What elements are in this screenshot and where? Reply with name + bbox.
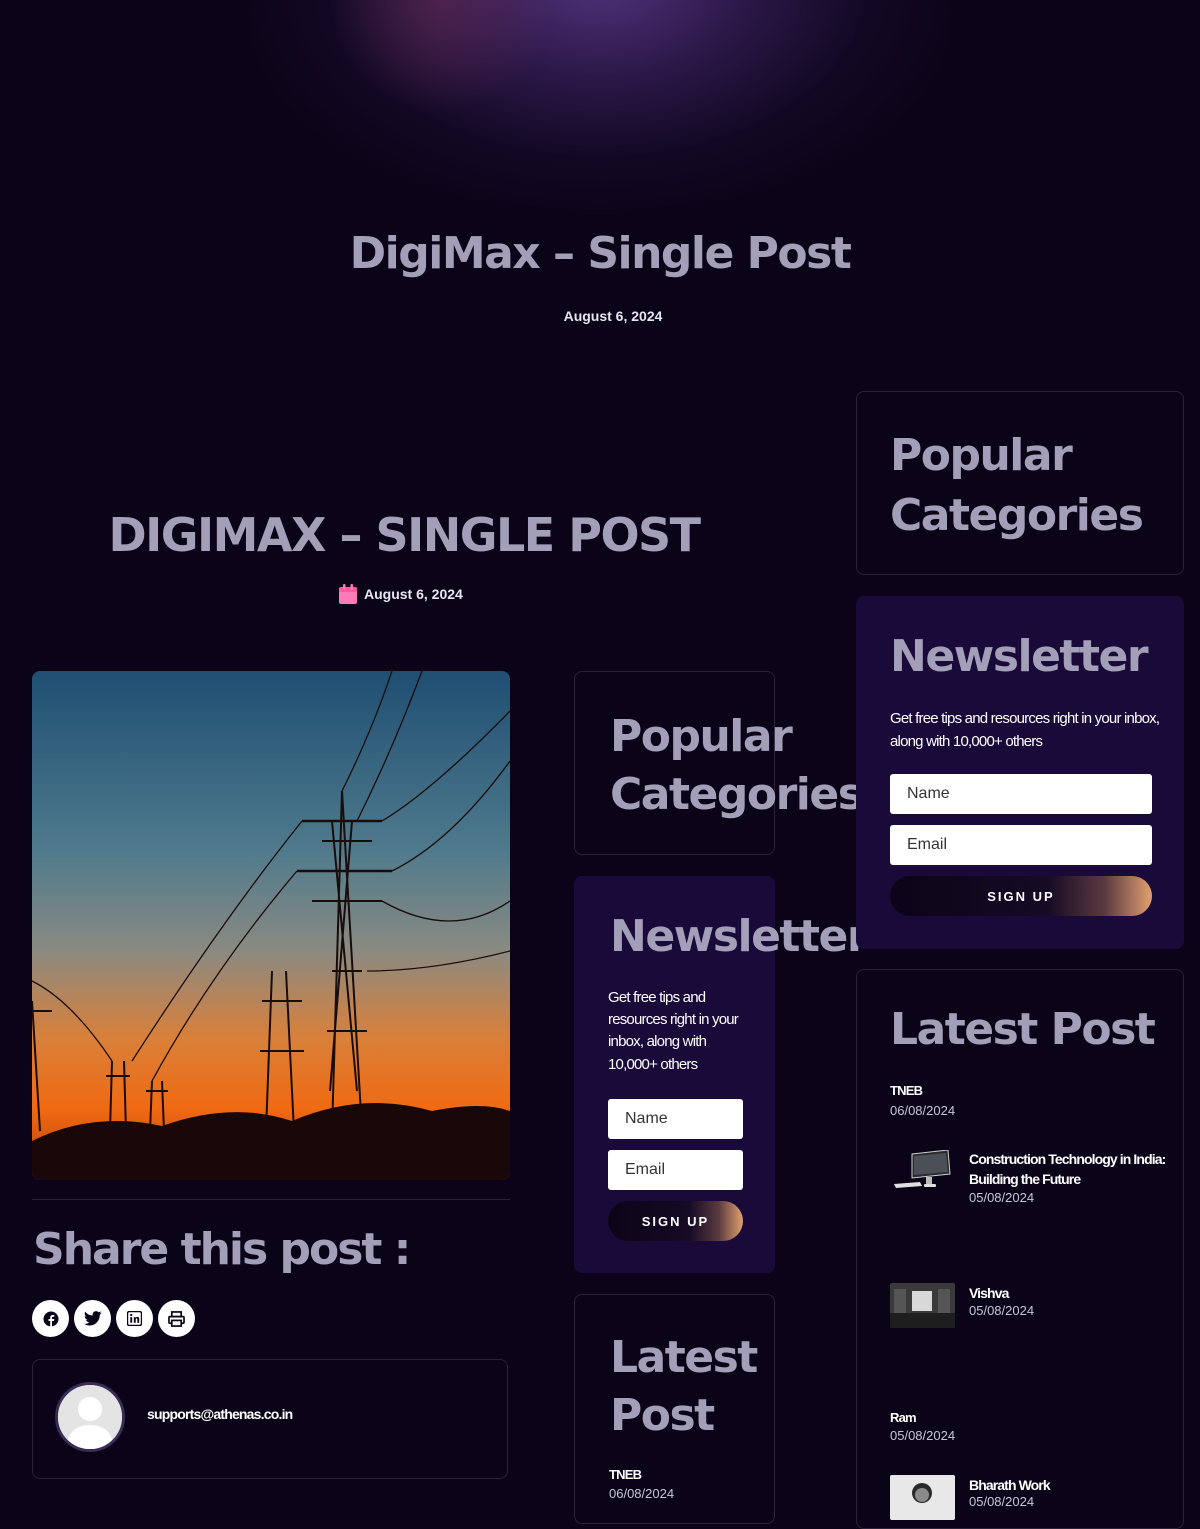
twitter-share-button[interactable] (74, 1300, 111, 1337)
computer-thumbnail-image (890, 1150, 955, 1195)
facebook-share-button[interactable] (32, 1300, 69, 1337)
room-thumbnail-image (890, 1283, 955, 1328)
latest-post-title: Latest Post (610, 1332, 758, 1441)
categories-title: Popular Categories (610, 711, 864, 820)
latest-post-link[interactable]: Construction Technology in India: Buildi… (969, 1149, 1169, 1190)
latest-post-date: 06/08/2024 (890, 1103, 956, 1118)
linkedin-icon (127, 1311, 142, 1326)
post-title: DIGIMAX – SINGLE POST (108, 508, 701, 562)
content-divider (32, 1199, 510, 1200)
latest-post-date: 05/08/2024 (969, 1190, 1035, 1205)
newsletter-signup-button[interactable]: SIGN UP (890, 876, 1152, 916)
newsletter-email-input[interactable] (890, 825, 1152, 865)
newsletter-name-input[interactable] (608, 1099, 743, 1139)
author-box: supports@athenas.co.in (32, 1359, 508, 1479)
linkedin-share-button[interactable] (116, 1300, 153, 1337)
calendar-icon (339, 584, 357, 604)
user-avatar-icon (58, 1385, 122, 1449)
latest-post-link[interactable]: Vishva (969, 1283, 1009, 1303)
featured-image (32, 671, 510, 1180)
transmission-towers-image (32, 671, 510, 1180)
latest-post-name[interactable]: TNEB (890, 1083, 923, 1098)
newsletter-signup-button[interactable]: SIGN UP (608, 1201, 743, 1241)
newsletter-name-input[interactable] (890, 774, 1152, 814)
latest-post-thumbnail[interactable] (890, 1475, 955, 1520)
hero-date: August 6, 2024 (563, 308, 663, 324)
categories-title: Popular Categories (890, 430, 1144, 541)
post-meta: August 6, 2024 (338, 583, 463, 605)
latest-post-name[interactable]: Ram (890, 1410, 917, 1425)
latest-post-date: 05/08/2024 (969, 1303, 1035, 1318)
twitter-icon (83, 1311, 102, 1326)
print-share-button[interactable] (158, 1300, 195, 1337)
latest-post-name[interactable]: TNEB (609, 1467, 642, 1482)
avatar (55, 1382, 125, 1452)
latest-post-link[interactable]: Bharath Work (969, 1475, 1051, 1495)
latest-post-card-narrow: Latest Post TNEB 06/08/2024 (574, 1294, 775, 1524)
latest-post-date: 05/08/2024 (890, 1428, 956, 1443)
post-date: August 6, 2024 (364, 586, 463, 602)
hero-title: DigiMax – Single Post (349, 228, 852, 279)
latest-post-thumbnail[interactable] (890, 1283, 955, 1328)
author-email[interactable]: supports@athenas.co.in (147, 1406, 293, 1422)
latest-post-date: 05/08/2024 (969, 1494, 1035, 1509)
share-title: Share this post : (33, 1224, 411, 1275)
portrait-thumbnail-image (890, 1475, 955, 1520)
newsletter-title: Newsletter (610, 911, 869, 962)
latest-post-card: Latest Post TNEB 06/08/2024 Construction… (856, 969, 1184, 1529)
categories-card: Popular Categories (856, 391, 1184, 575)
share-buttons (32, 1300, 195, 1337)
categories-card-narrow: Popular Categories (574, 671, 864, 855)
latest-post-date: 06/08/2024 (609, 1486, 675, 1501)
newsletter-title: Newsletter (890, 631, 1149, 682)
newsletter-description: Get free tips and resources right in you… (608, 989, 739, 1073)
newsletter-description: Get free tips and resources right in you… (890, 710, 1160, 750)
latest-post-title: Latest Post (890, 1004, 1156, 1055)
newsletter-card-narrow: Newsletter Get free tips and resources r… (574, 876, 869, 1273)
latest-post-thumbnail[interactable] (890, 1150, 955, 1195)
newsletter-email-input[interactable] (608, 1150, 743, 1190)
facebook-icon (43, 1311, 58, 1327)
newsletter-card: Newsletter Get free tips and resources r… (856, 596, 1184, 949)
print-icon (168, 1310, 185, 1327)
